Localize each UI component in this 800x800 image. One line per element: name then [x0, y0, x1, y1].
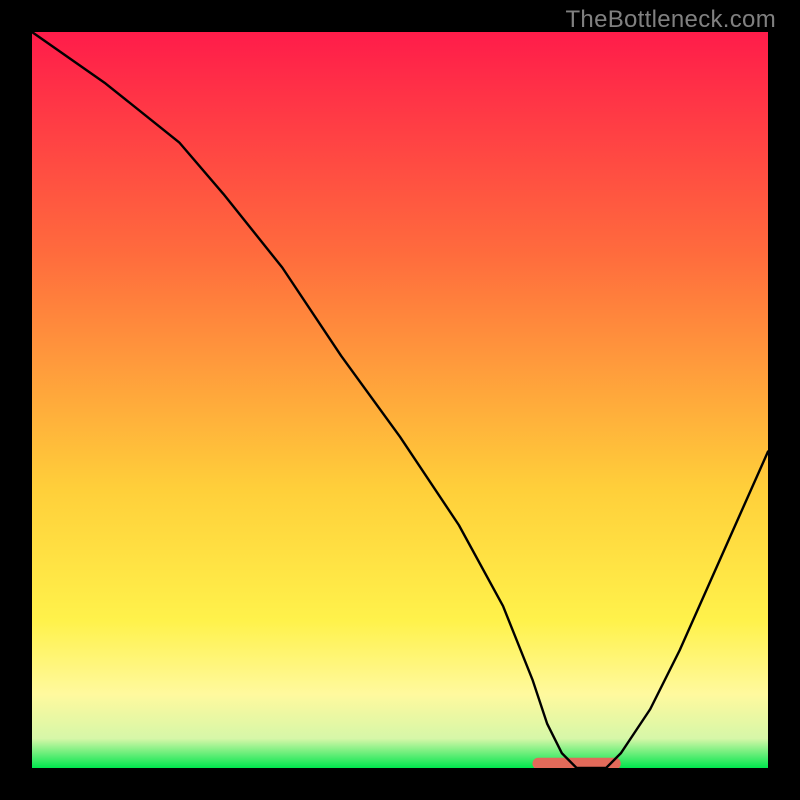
plot-area [32, 32, 768, 768]
gradient-background [32, 32, 768, 768]
watermark-text: TheBottleneck.com [565, 6, 776, 34]
chart-svg [32, 32, 768, 768]
chart-frame: TheBottleneck.com [0, 0, 800, 800]
